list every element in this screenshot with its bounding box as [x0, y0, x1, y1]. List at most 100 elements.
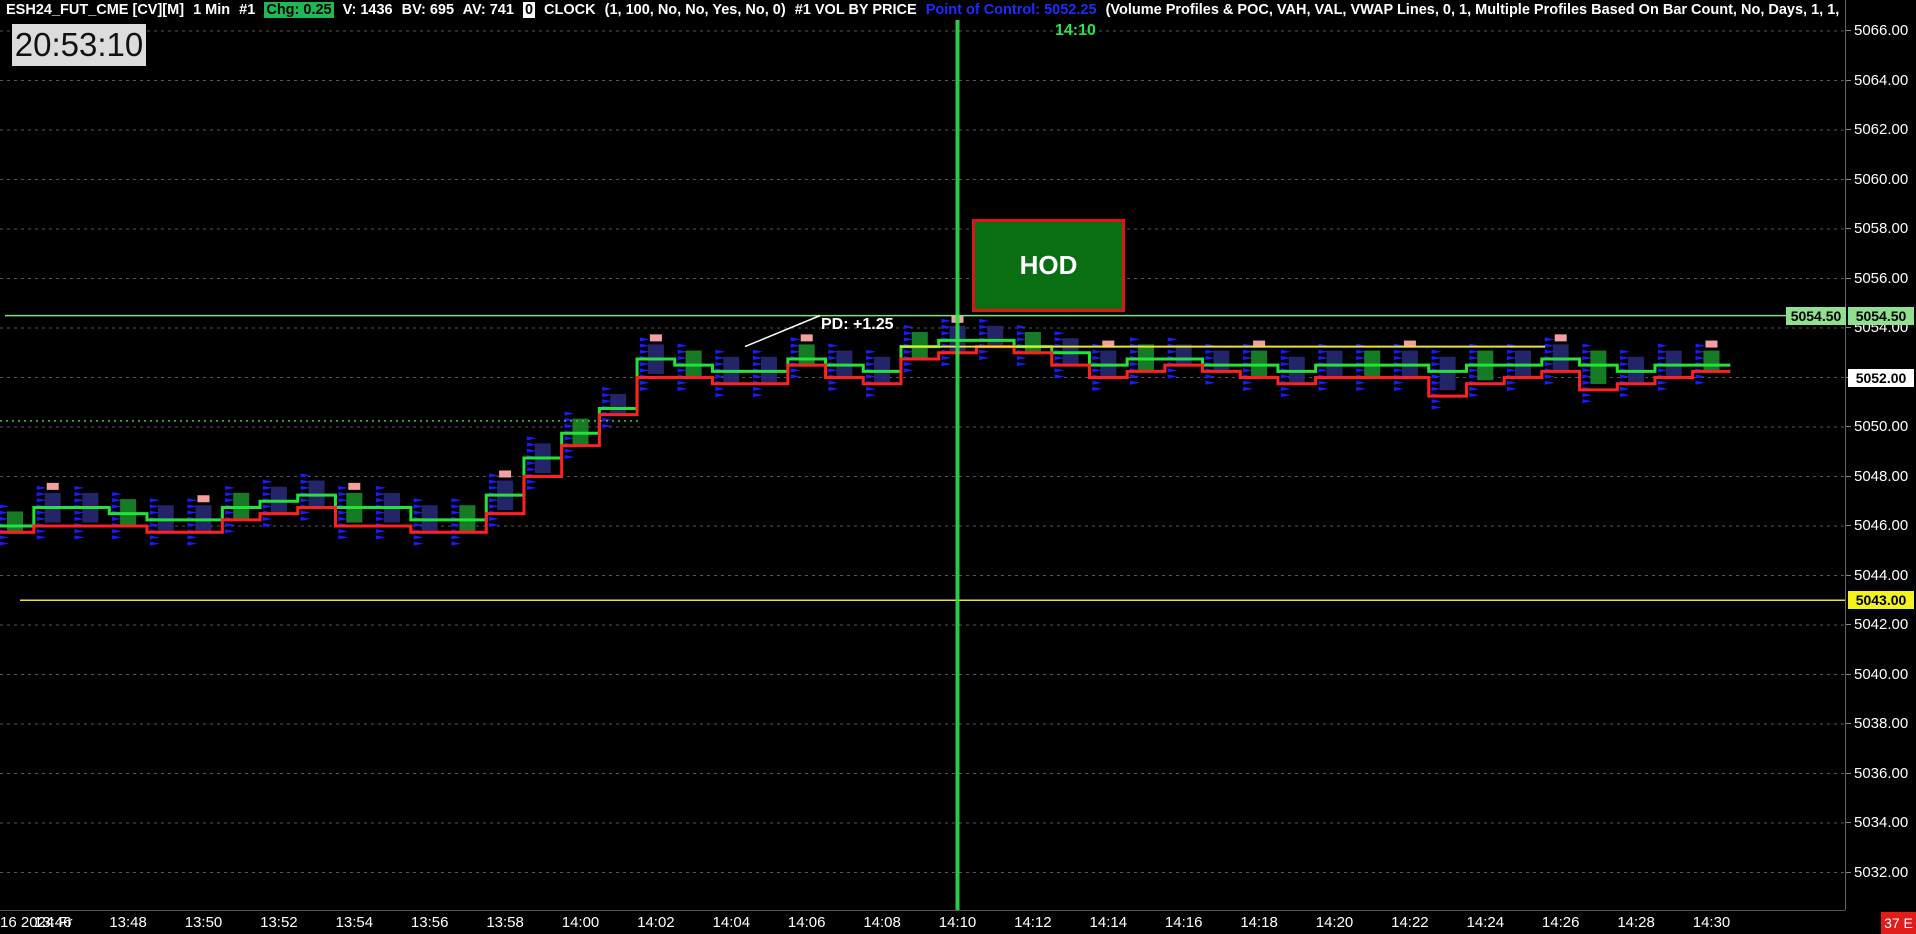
volume-chevron: [1205, 380, 1216, 385]
hod-box[interactable]: HOD: [972, 219, 1125, 312]
volume-chevron: [1280, 349, 1291, 354]
volume-chevron: [1280, 386, 1291, 391]
price-tick-label: 5034.00: [1845, 814, 1909, 831]
footprint-cell: [195, 505, 212, 532]
volume-chevron: [979, 355, 990, 360]
volume-chevron: [753, 386, 763, 391]
time-tick-label: 14:26: [1541, 914, 1580, 931]
zero-box: 0: [522, 2, 536, 18]
price-tick-label: 5050.00: [1845, 418, 1909, 435]
volume-chevron: [1620, 386, 1631, 391]
volume-chevron: [715, 386, 726, 391]
volume-chevron: [225, 485, 236, 490]
volume-chevron: [376, 485, 386, 490]
time-tick-label: 14:28: [1617, 914, 1655, 931]
volume-chevron: [526, 436, 537, 441]
price-tick-label: 5040.00: [1845, 665, 1909, 683]
time-tick-label: 13:56: [410, 914, 449, 931]
status-badge: 37 E: [1881, 912, 1916, 934]
volume-chevron: [149, 498, 160, 503]
volume-chevron: [300, 510, 311, 515]
volume-chevron: [903, 368, 914, 373]
volume-chevron: [526, 479, 537, 484]
volume-chevron: [0, 504, 9, 509]
volume-chevron: [1657, 380, 1668, 385]
volume-chevron: [1243, 386, 1254, 391]
time-tick-label: 13:48: [109, 914, 147, 931]
volume-chevron: [338, 529, 349, 534]
volume-chevron: [941, 318, 952, 323]
pd-label: PD: +1.25: [821, 316, 894, 333]
footprint-cell: [1665, 350, 1682, 377]
clock-study-label[interactable]: CLOCK: [544, 2, 596, 18]
time-tick-label: 14:12: [1014, 914, 1052, 931]
clock-study-params: (1, 100, No, No, Yes, No, 0): [604, 2, 786, 18]
price-tick-label: 5046.00: [1845, 517, 1909, 534]
footprint-cell: [1062, 338, 1079, 365]
footprint-cell: [308, 480, 325, 507]
pd-pointer-line: [744, 314, 821, 348]
volume-chevron: [1431, 399, 1442, 404]
volume-chevron: [413, 535, 424, 540]
price-chart[interactable]: [0, 0, 1845, 910]
ask-volume-label: AV: 741: [462, 2, 514, 18]
volume-chevron: [1243, 380, 1254, 385]
footprint-cell: [233, 492, 250, 519]
footprint-cell: [1401, 350, 1418, 377]
footprint-cell: [723, 356, 740, 383]
volume-chevron: [1657, 386, 1668, 391]
footprint-cell: [1552, 344, 1569, 371]
time-axis[interactable]: 16 2024 Fr 13:46 13:48 13:50 13:52 13:54 13:5…: [0, 910, 1845, 934]
price-axis[interactable]: 5066.00 5064.00 5062.00 5060.00 5058.00 5056.…: [1786, 0, 1916, 910]
footprint-cell: [459, 505, 476, 532]
clock-display[interactable]: 20:53:10: [12, 24, 146, 66]
price-tick-label: 5038.00: [1845, 715, 1909, 732]
vbp-study-label[interactable]: #1 VOL BY PRICE: [795, 2, 917, 18]
price-tick-label: 5060.00: [1845, 170, 1909, 188]
footprint-cell: [1138, 344, 1154, 371]
volume-chevron: [1054, 331, 1065, 336]
footprint-cell: [1213, 350, 1230, 373]
volume-chevron: [564, 411, 575, 416]
volume-chevron: [413, 498, 424, 503]
footprint-cell: [1024, 332, 1041, 355]
volume-chevron: [451, 535, 462, 540]
volume-chevron: [1016, 355, 1027, 360]
interval-label[interactable]: 1 Min: [193, 2, 230, 18]
volume-chevron: [1469, 393, 1480, 398]
symbol-label[interactable]: ESH24_FUT_CME [CV][M]: [6, 2, 184, 18]
volume-chevron: [828, 343, 839, 348]
volume-chevron: [828, 380, 839, 385]
volume-chevron: [112, 535, 123, 540]
volume-chevron: [1582, 343, 1593, 348]
volume-chevron: [1544, 380, 1555, 385]
volume-chevron: [1092, 380, 1103, 385]
volume-chevron: [715, 393, 726, 398]
price-tick-label: 5048.00: [1845, 467, 1909, 485]
footprint-cell-highlight: [46, 482, 59, 490]
footprint-cell: [1628, 356, 1645, 383]
volume-chevron: [338, 485, 349, 490]
volume-chevron: [74, 485, 85, 490]
footprint-cell: [1515, 350, 1531, 377]
time-tick-label: 14:16: [1164, 914, 1203, 931]
footprint-cell: [685, 350, 702, 377]
footprint-cell-highlight: [197, 495, 210, 503]
footprint-cell: [572, 418, 589, 445]
volume-chevron: [677, 343, 688, 348]
volume-chevron: [941, 355, 952, 360]
footprint-cell: [421, 505, 438, 532]
volume-chevron: [187, 535, 198, 540]
price-tick-label: 5064.00: [1845, 71, 1909, 89]
poc-label: Point of Control: 5052.25: [925, 2, 1097, 18]
price-tick-label: 5062.00: [1845, 121, 1909, 138]
time-tick-label: 14:24: [1466, 914, 1505, 931]
volume-chevron: [677, 380, 688, 385]
footprint-cell: [1326, 350, 1343, 377]
footprint-cell: [874, 356, 891, 383]
volume-chevron: [1167, 337, 1178, 342]
time-tick-label: 14:10: [938, 914, 977, 931]
volume-chevron: [187, 498, 198, 503]
footprint-cell: [1288, 356, 1305, 383]
footprint-cell: [1100, 350, 1117, 377]
